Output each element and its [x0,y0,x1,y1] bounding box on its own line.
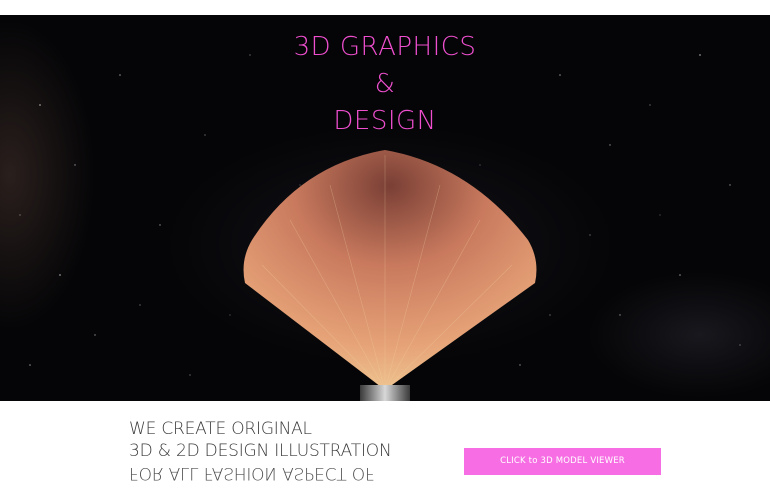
top-strip [0,0,770,15]
hero-title-line-3: DESIGN [333,106,437,136]
tagline-line-1: WE CREATE ORIGINAL [129,419,312,439]
tagline-line-2: 3D & 2D DESIGN ILLUSTRATION [129,441,392,461]
hero-title: 3D GRAPHICS & DESIGN [0,29,770,140]
hero-title-line-2: & [374,69,396,99]
3d-model-viewer-button[interactable]: CLICK to 3D MODEL VIEWER [464,448,661,475]
hero-title-line-1: 3D GRAPHICS [293,32,477,62]
hero-section: 3D GRAPHICS & DESIGN [0,15,770,401]
fan-brush [243,150,537,401]
tagline-line-3: FOR ALL FASHION ASPECT OF [129,463,375,483]
intro-section: WE CREATE ORIGINAL 3D & 2D DESIGN ILLUST… [0,401,770,493]
tagline: WE CREATE ORIGINAL 3D & 2D DESIGN ILLUST… [129,418,392,484]
